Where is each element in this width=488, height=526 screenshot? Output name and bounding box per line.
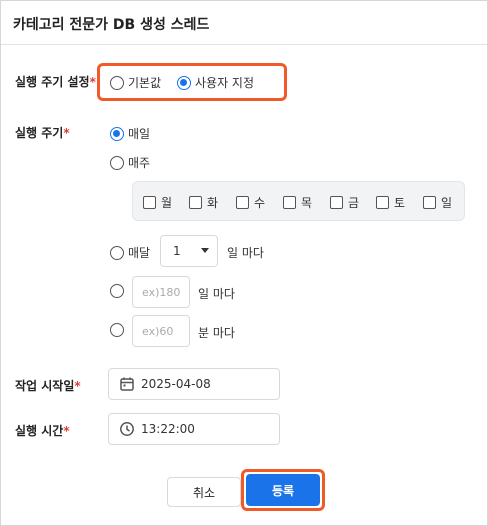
required-mark: * xyxy=(63,126,70,140)
radio-default-label: 기본값 xyxy=(128,76,162,90)
schedule-setting-label-text: 실행 주기 설정 xyxy=(15,75,90,89)
start-date-input[interactable]: 2025-04-08 xyxy=(108,368,280,400)
required-mark: * xyxy=(89,75,96,89)
radio-custom[interactable]: 사용자 지정 xyxy=(177,74,254,91)
dialog: 카테고리 전문가 DB 생성 스레드 실행 주기 설정* 기본값 사용자 지정 … xyxy=(0,0,488,526)
schedule-setting-label: 실행 주기 설정* xyxy=(15,73,96,90)
radio-daily-label: 매일 xyxy=(128,127,151,141)
every-days-placeholder: ex)180 xyxy=(142,285,181,299)
monthly-suffix: 일 마다 xyxy=(227,246,264,260)
weekday-sun[interactable]: 일 xyxy=(423,194,452,211)
save-button[interactable]: 등록 xyxy=(246,474,320,506)
run-cycle-label: 실행 주기* xyxy=(15,124,70,141)
radio-custom-label: 사용자 지정 xyxy=(195,76,255,90)
weekday-thu-label: 목 xyxy=(301,196,313,210)
calendar-icon xyxy=(120,377,134,391)
weekday-tue[interactable]: 화 xyxy=(189,194,218,211)
weekday-tue-label: 화 xyxy=(207,196,219,210)
weekday-fri[interactable]: 금 xyxy=(330,194,359,211)
run-time-label-text: 실행 시간 xyxy=(15,424,64,438)
every-days-suffix: 일 마다 xyxy=(198,287,235,301)
weekday-tue-checkbox[interactable] xyxy=(189,196,202,209)
radio-daily[interactable]: 매일 xyxy=(110,125,150,142)
run-time-value: 13:22:00 xyxy=(141,422,195,436)
radio-weekly-circle[interactable] xyxy=(110,155,124,170)
start-date-label: 작업 시작일* xyxy=(15,377,81,394)
radio-monthly[interactable]: 매달 xyxy=(110,244,150,261)
monthly-day-value: 1 xyxy=(173,244,181,258)
radio-daily-circle[interactable] xyxy=(110,126,124,141)
chevron-down-icon xyxy=(201,248,209,253)
weekday-thu-checkbox[interactable] xyxy=(283,196,296,209)
weekday-thu[interactable]: 목 xyxy=(283,194,312,211)
radio-every-minutes-circle[interactable] xyxy=(110,323,124,337)
every-minutes-input[interactable]: ex)60 xyxy=(132,315,190,347)
weekday-fri-label: 금 xyxy=(348,196,360,210)
radio-every-days[interactable] xyxy=(110,284,128,298)
weekday-sat-checkbox[interactable] xyxy=(376,196,389,209)
cancel-button[interactable]: 취소 xyxy=(167,477,241,507)
weekday-sat-label: 토 xyxy=(394,196,406,210)
weekday-mon-checkbox[interactable] xyxy=(143,196,156,209)
weekday-wed-label: 수 xyxy=(254,196,266,210)
run-time-label: 실행 시간* xyxy=(15,422,70,439)
radio-every-days-circle[interactable] xyxy=(110,284,124,298)
run-cycle-label-text: 실행 주기 xyxy=(15,126,64,140)
clock-icon xyxy=(120,422,134,436)
weekday-fri-checkbox[interactable] xyxy=(330,196,343,209)
weekday-mon-label: 월 xyxy=(161,196,173,210)
every-minutes-placeholder: ex)60 xyxy=(142,324,174,338)
radio-default-circle[interactable] xyxy=(110,75,124,90)
run-time-input[interactable]: 13:22:00 xyxy=(108,413,280,445)
required-mark: * xyxy=(63,424,70,438)
radio-monthly-circle[interactable] xyxy=(110,245,124,260)
radio-custom-circle[interactable] xyxy=(177,75,191,90)
required-mark: * xyxy=(74,379,81,393)
radio-default[interactable]: 기본값 xyxy=(110,74,161,91)
weekday-sun-checkbox[interactable] xyxy=(423,196,436,209)
start-date-value: 2025-04-08 xyxy=(141,377,211,391)
radio-monthly-label: 매달 xyxy=(128,246,151,260)
weekday-wed[interactable]: 수 xyxy=(236,194,265,211)
start-date-label-text: 작업 시작일 xyxy=(15,379,75,393)
radio-every-minutes[interactable] xyxy=(110,323,128,337)
weekday-mon[interactable]: 월 xyxy=(143,194,172,211)
radio-weekly-label: 매주 xyxy=(128,156,151,170)
monthly-day-select[interactable]: 1 xyxy=(160,235,218,267)
weekday-sun-label: 일 xyxy=(441,196,453,210)
weekday-wed-checkbox[interactable] xyxy=(236,196,249,209)
dialog-title: 카테고리 전문가 DB 생성 스레드 xyxy=(13,17,210,33)
every-days-input[interactable]: ex)180 xyxy=(132,276,190,308)
weekday-selector: 월 화 수 목 금 토 일 xyxy=(132,181,465,221)
weekday-sat[interactable]: 토 xyxy=(376,194,405,211)
radio-weekly[interactable]: 매주 xyxy=(110,154,150,171)
every-minutes-suffix: 분 마다 xyxy=(198,326,235,340)
dialog-header: 카테고리 전문가 DB 생성 스레드 xyxy=(1,1,487,45)
